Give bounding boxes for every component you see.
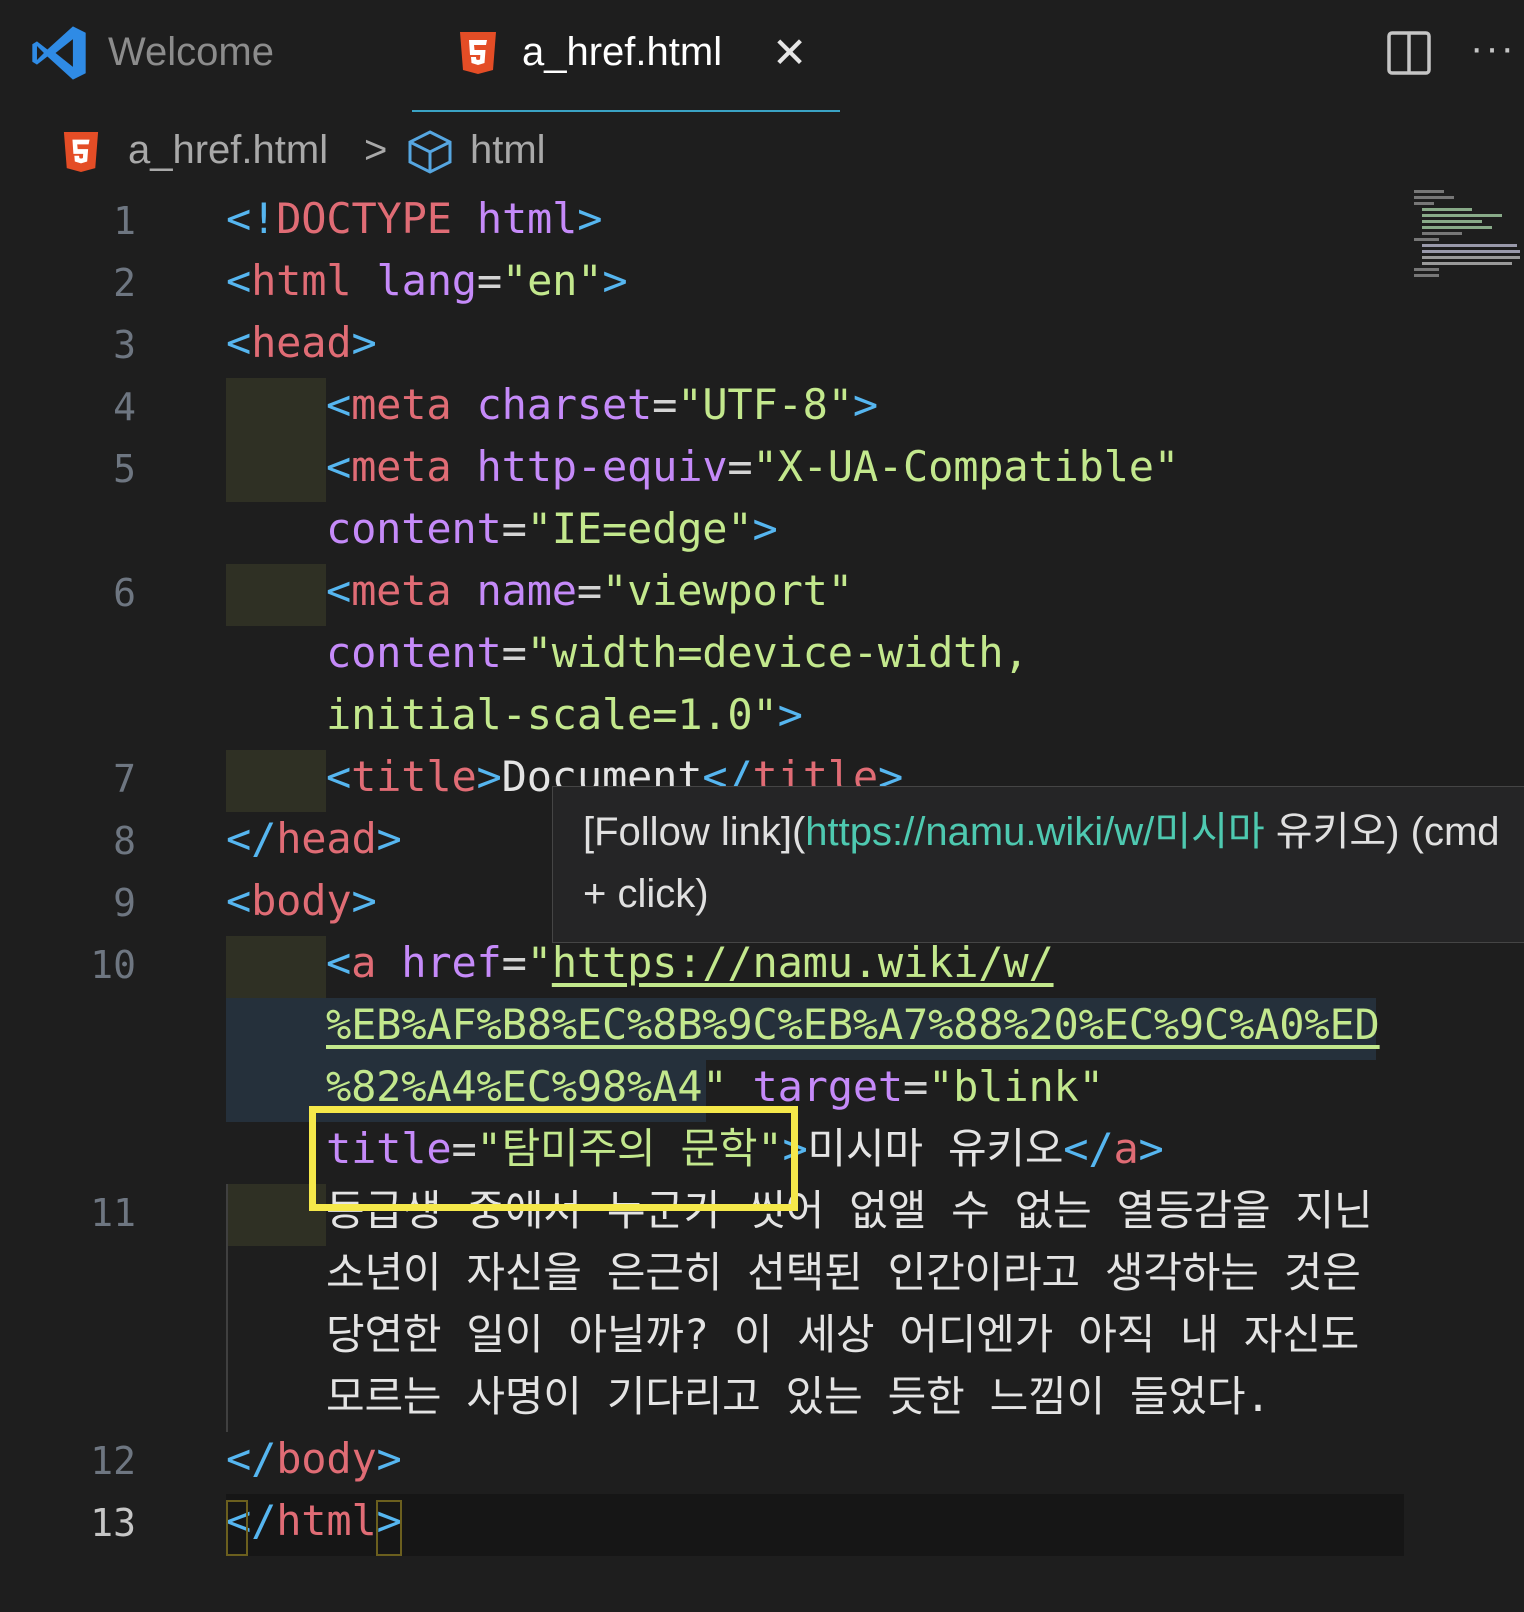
indent-guide (226, 1184, 228, 1432)
indent-highlight (226, 378, 326, 502)
href-link[interactable]: https://namu.wiki/w/ (552, 938, 1054, 987)
tab-a-href[interactable]: a_href.html ✕ (412, 0, 840, 112)
line-number: 11 (90, 1191, 136, 1235)
code-line-5[interactable]: <meta http-equiv="X-UA-Compatible" (326, 436, 1179, 498)
line-number: 1 (113, 199, 136, 243)
code-line-1[interactable]: <!DOCTYPE html> (226, 188, 603, 250)
line-number: 5 (113, 447, 136, 491)
code-line-2[interactable]: <html lang="en"> (226, 250, 628, 312)
follow-link[interactable]: https://namu.wiki/w/미시마 (805, 810, 1264, 854)
indent-highlight (226, 936, 326, 998)
indent-highlight (226, 564, 326, 626)
breadcrumb-element[interactable]: html (470, 128, 546, 173)
tab-welcome[interactable]: Welcome (28, 20, 318, 92)
line-number: 10 (90, 943, 136, 987)
line-number-current: 13 (90, 1501, 136, 1545)
tab-active-label: a_href.html (522, 30, 723, 74)
html5-icon (460, 32, 496, 74)
indent-highlight (226, 998, 326, 1122)
close-icon[interactable]: ✕ (772, 28, 807, 77)
code-line-12[interactable]: </body> (226, 1428, 402, 1490)
more-actions-icon[interactable]: ··· (1470, 26, 1516, 71)
bracket-match (376, 1500, 402, 1556)
href-link[interactable]: %EB%AF%B8%EC%8B%9C%EB%A7%88%20%EC%9C%A0%… (326, 1000, 1380, 1049)
html5-icon (63, 132, 99, 172)
code-line-6-wrap[interactable]: content="width=device-width, (326, 622, 1029, 684)
code-line-5-wrap[interactable]: content="IE=edge"> (326, 498, 778, 560)
line-number: 8 (113, 819, 136, 863)
tab-bar: Welcome a_href.html ✕ ··· (0, 0, 1524, 112)
code-line-4[interactable]: <meta charset="UTF-8"> (326, 374, 878, 436)
tab-welcome-label: Welcome (108, 30, 274, 74)
breadcrumb-file[interactable]: a_href.html (128, 128, 328, 173)
code-line-6-wrap[interactable]: initial-scale=1.0"> (326, 684, 803, 746)
indent-highlight (226, 750, 326, 812)
code-line-11-wrap[interactable]: 소년이 자신을 은근히 선택된 인간이라고 생각하는 것은 (326, 1242, 1361, 1304)
code-line-11-wrap[interactable]: 당연한 일이 아닐까? 이 세상 어디엔가 아직 내 자신도 (326, 1304, 1359, 1366)
line-number: 9 (113, 881, 136, 925)
line-number: 12 (90, 1439, 136, 1483)
breadcrumb: a_href.html > html (0, 118, 1524, 188)
breadcrumb-separator: > (364, 128, 388, 172)
current-line-highlight (226, 1494, 1404, 1556)
code-line-8[interactable]: </head> (226, 808, 402, 870)
code-line-11-wrap[interactable]: 모르는 사명이 기다리고 있는 듯한 느낌이 들었다. (326, 1366, 1271, 1428)
cube-icon (408, 130, 452, 174)
code-line-9[interactable]: <body> (226, 870, 377, 932)
bracket-match (226, 1500, 248, 1556)
link-hover-tooltip: [Follow link](https://namu.wiki/w/미시마 유키… (552, 786, 1524, 943)
line-number: 6 (113, 571, 136, 615)
annotation-highlight-box (309, 1106, 798, 1211)
split-editor-icon[interactable] (1386, 30, 1432, 76)
code-line-3[interactable]: <head> (226, 312, 377, 374)
line-number: 2 (113, 261, 136, 305)
code-line-6[interactable]: <meta name="viewport" (326, 560, 853, 622)
href-link[interactable]: %82%A4%EC%98%A4 (326, 1062, 702, 1111)
line-number: 3 (113, 323, 136, 367)
active-tab-underline (412, 110, 840, 112)
vscode-logo-icon (32, 26, 86, 80)
line-number: 7 (113, 757, 136, 801)
code-line-10-wrap[interactable]: %EB%AF%B8%EC%8B%9C%EB%A7%88%20%EC%9C%A0%… (326, 994, 1380, 1056)
minimap[interactable] (1412, 188, 1522, 278)
line-number: 4 (113, 385, 136, 429)
